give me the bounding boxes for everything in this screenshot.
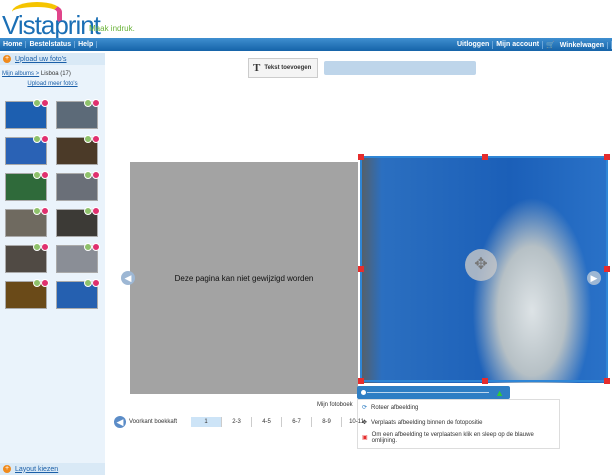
photo-thumbnail[interactable] <box>5 99 49 129</box>
delete-icon[interactable] <box>41 99 49 107</box>
photo-thumbnail[interactable] <box>5 171 49 201</box>
delete-icon[interactable] <box>41 207 49 215</box>
used-check-icon <box>84 135 92 143</box>
book-title: Mijn fotoboek <box>317 402 353 408</box>
delete-icon[interactable] <box>92 243 100 251</box>
delete-icon[interactable] <box>41 135 49 143</box>
nav-account[interactable]: Mijn account <box>493 40 544 49</box>
album-name: Lisboa (17) <box>40 71 71 77</box>
text-icon: T <box>253 62 261 74</box>
my-albums-link[interactable]: Mijn albums > <box>2 71 39 77</box>
warning-icon: ▲ <box>495 388 504 398</box>
cover-link[interactable]: Voorkant boekkaft <box>129 419 177 425</box>
prev-page-arrow[interactable]: ◀ <box>121 271 135 285</box>
pagination: ◀ Voorkant boekkaft 1 2-3 4-5 6-7 8-9 10… <box>114 416 371 428</box>
photo-thumbnail[interactable] <box>56 135 100 165</box>
plus-icon: + <box>3 55 11 63</box>
delete-icon[interactable] <box>41 243 49 251</box>
page-8-9[interactable]: 8-9 <box>311 417 341 427</box>
used-check-icon <box>33 279 41 287</box>
nav-help[interactable]: Help <box>75 41 98 48</box>
text-format-toolbar-disabled <box>324 61 476 75</box>
cover-arrow-icon[interactable]: ◀ <box>114 416 126 428</box>
used-check-icon <box>84 207 92 215</box>
used-check-icon <box>84 99 92 107</box>
rotate-label: Roteer afbeelding <box>371 404 419 411</box>
zoom-slider[interactable]: ▲ <box>357 386 510 399</box>
rotate-option[interactable]: ⟳ Roteer afbeelding <box>358 400 559 415</box>
frame-icon: ▣ <box>362 435 368 441</box>
nav-bestelstatus[interactable]: Bestelstatus <box>26 41 76 48</box>
vistaprint-logo[interactable]: Vistaprint Maak indruk. <box>2 2 142 40</box>
left-page-notice: Deze pagina kan niet gewijzigd worden <box>174 273 314 283</box>
photo-thumbnail[interactable] <box>56 99 100 129</box>
used-check-icon <box>33 207 41 215</box>
page-6-7[interactable]: 6-7 <box>281 417 311 427</box>
used-check-icon <box>84 171 92 179</box>
image-tools-popup: ⟳ Roteer afbeelding ✥ Verplaats afbeelding… <box>357 399 560 449</box>
drag-hint-label: Om een afbeelding te verplaatsen klik en… <box>371 431 534 444</box>
next-page-arrow[interactable]: ▶ <box>587 271 601 285</box>
used-check-icon <box>84 243 92 251</box>
add-text-button[interactable]: T Tekst toevoegen <box>248 58 318 78</box>
sidebar: + Upload uw foto's Mijn albums > Lisboa (… <box>0 53 105 475</box>
nav-logout[interactable]: Uitloggen <box>454 40 494 49</box>
left-page: Deze pagina kan niet gewijzigd worden <box>130 162 358 394</box>
delete-icon[interactable] <box>92 171 100 179</box>
delete-icon[interactable] <box>92 135 100 143</box>
photo-thumbnail[interactable] <box>56 207 100 237</box>
delete-icon[interactable] <box>92 279 100 287</box>
page-1[interactable]: 1 <box>191 417 222 427</box>
upload-more-link[interactable]: Upload meer foto's <box>27 81 77 87</box>
photo-thumbnail[interactable] <box>56 279 100 309</box>
upload-new-button[interactable]: + Upload uw foto's <box>0 53 105 65</box>
photo-thumbnail[interactable] <box>5 135 49 165</box>
layout-label: Layout kiezen <box>15 465 59 473</box>
used-check-icon <box>33 243 41 251</box>
slider-thumb[interactable] <box>361 390 366 395</box>
photo-thumbnail[interactable] <box>5 279 49 309</box>
page-4-5[interactable]: 4-5 <box>251 417 281 427</box>
delete-icon[interactable] <box>41 279 49 287</box>
used-check-icon <box>33 171 41 179</box>
used-check-icon <box>33 99 41 107</box>
photo-thumbnail[interactable] <box>5 243 49 273</box>
used-check-icon <box>33 135 41 143</box>
nav-cart[interactable]: 🛒 Winkelwagen <box>543 40 612 49</box>
brand: Vistaprint <box>2 10 101 40</box>
page-2-3[interactable]: 2-3 <box>221 417 251 427</box>
tagline: Maak indruk. <box>89 24 135 33</box>
photo-thumbnail[interactable] <box>5 207 49 237</box>
delete-icon[interactable] <box>41 171 49 179</box>
page-10-11[interactable]: 10-11 <box>341 417 371 427</box>
layout-button[interactable]: + Layout kiezen <box>0 463 105 475</box>
add-text-label: Tekst toevoegen <box>264 65 312 71</box>
delete-icon[interactable] <box>92 207 100 215</box>
photo-thumbnail[interactable] <box>56 243 100 273</box>
used-check-icon <box>84 279 92 287</box>
selection-frame[interactable] <box>358 154 610 384</box>
album-breadcrumb: Mijn albums > Lisboa (17) <box>0 65 105 77</box>
nav-home[interactable]: Home <box>0 41 27 48</box>
move-option[interactable]: ✥ Verplaats afbeelding binnen de fotoposi… <box>358 415 559 430</box>
photo-thumbnail[interactable] <box>56 171 100 201</box>
cart-label: Winkelwagen <box>556 41 608 49</box>
drag-hint: ▣ Om een afbeelding te verplaatsen klik e… <box>358 430 559 445</box>
upload-new-label: Upload uw foto's <box>15 55 67 63</box>
delete-icon[interactable] <box>92 99 100 107</box>
top-nav: Home Bestelstatus Help Uitloggen Mijn ac… <box>0 38 612 51</box>
move-label: Verplaats afbeelding binnen de fotoposit… <box>371 419 483 426</box>
rotate-icon: ⟳ <box>362 405 368 411</box>
plus-icon: + <box>3 465 11 473</box>
